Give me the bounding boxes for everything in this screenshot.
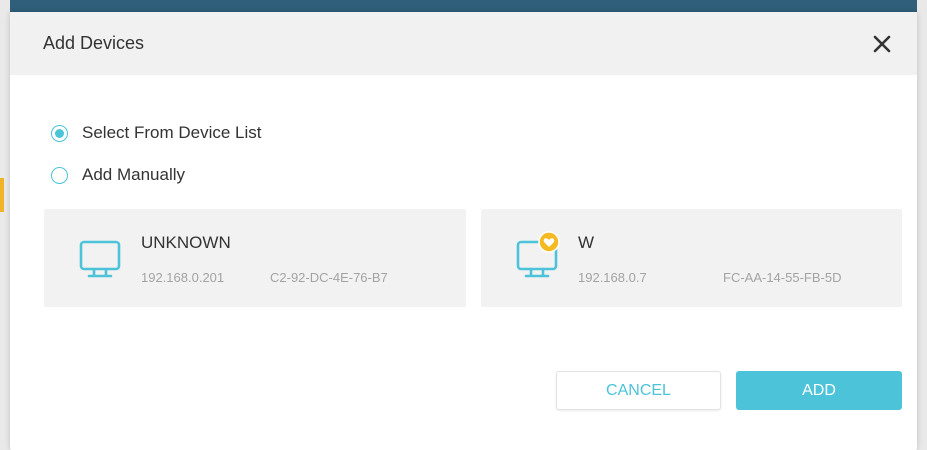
radio-add-manually[interactable]: Add Manually <box>51 165 185 185</box>
radio-dot <box>55 128 64 138</box>
add-button[interactable]: ADD <box>736 371 902 410</box>
device-ip: 192.168.0.7 <box>578 270 647 285</box>
radio-label-add-manually: Add Manually <box>82 165 186 184</box>
heart-badge-icon <box>538 231 560 253</box>
device-name: W <box>578 233 595 252</box>
cancel-button[interactable]: CANCEL <box>556 371 721 410</box>
dialog-title: Add Devices <box>43 33 145 53</box>
device-name: UNKNOWN <box>141 233 231 252</box>
background-accent <box>0 178 4 212</box>
device-mac: C2-92-DC-4E-76-B7 <box>270 270 388 285</box>
dialog-header: Add Devices <box>10 12 917 75</box>
add-devices-dialog: Add Devices Select From Device List Add … <box>10 12 917 450</box>
monitor-icon <box>79 240 121 278</box>
device-card-w[interactable]: W 192.168.0.7 FC-AA-14-55-FB-5D <box>481 209 902 307</box>
radio-button-selected[interactable] <box>51 124 68 142</box>
close-icon <box>873 35 891 53</box>
radio-button-unselected[interactable] <box>51 166 68 184</box>
radio-select-from-device-list[interactable]: Select From Device List <box>51 123 262 143</box>
close-button[interactable] <box>870 32 894 56</box>
device-card-unknown[interactable]: UNKNOWN 192.168.0.201 C2-92-DC-4E-76-B7 <box>44 209 466 307</box>
background-header-strip <box>10 0 917 12</box>
radio-label-select-from-list: Select From Device List <box>82 123 262 142</box>
device-mac: FC-AA-14-55-FB-5D <box>723 270 842 285</box>
device-ip: 192.168.0.201 <box>141 270 225 285</box>
